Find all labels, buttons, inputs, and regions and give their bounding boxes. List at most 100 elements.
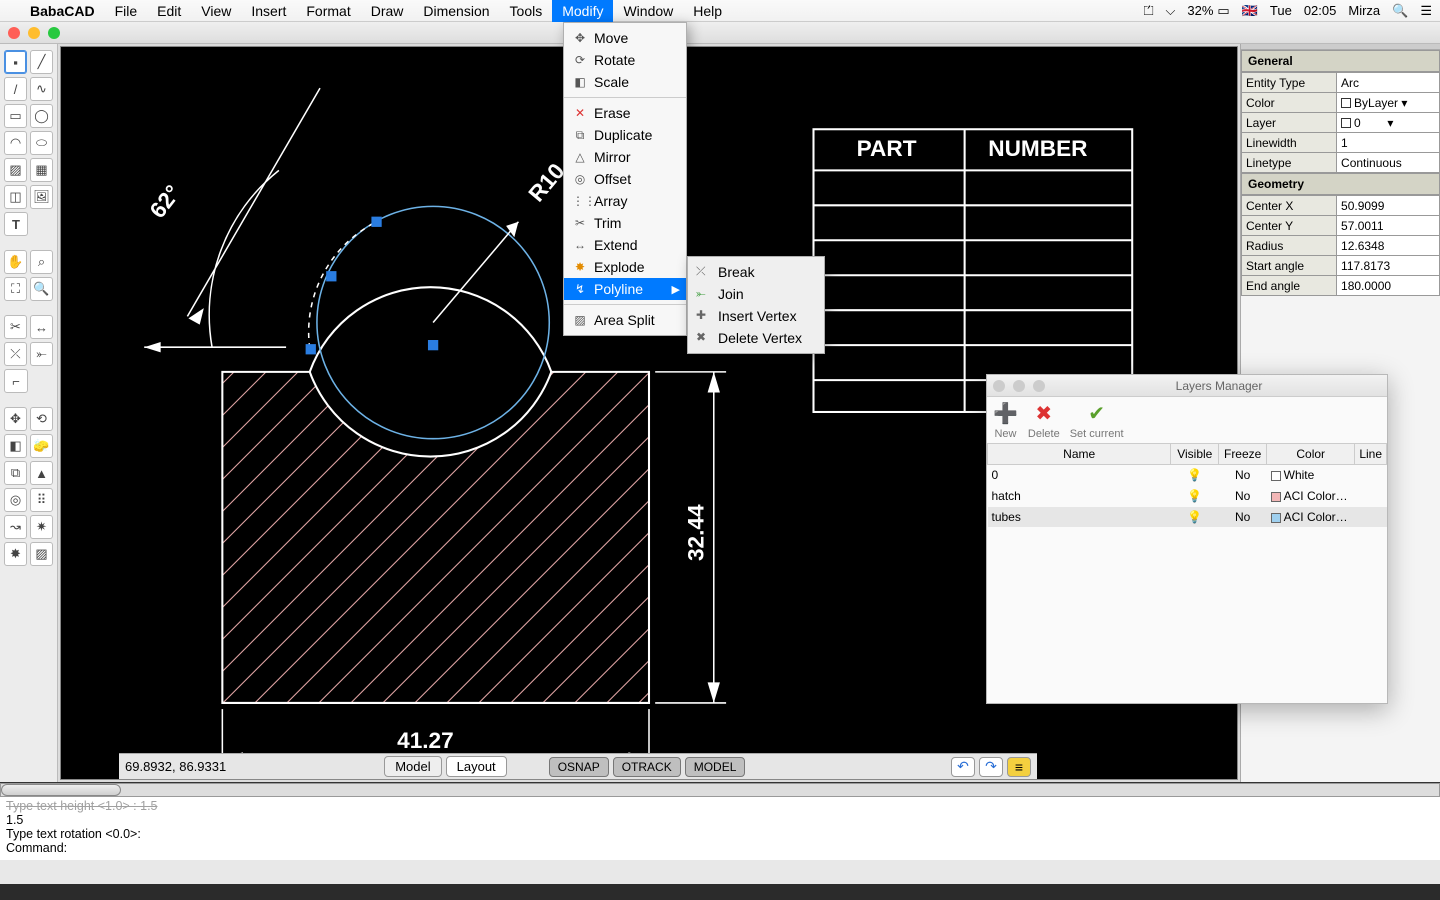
col-line[interactable]: Line: [1355, 444, 1387, 465]
mi-move[interactable]: ✥Move: [564, 27, 686, 49]
val-color[interactable]: ByLayer ▾: [1337, 93, 1440, 113]
tool-zoomwin[interactable]: ⌕: [30, 250, 53, 274]
layers-manager-window[interactable]: Layers Manager ➕New ✖Delete ✔Set current…: [986, 374, 1388, 704]
tool-rect[interactable]: ▭: [4, 104, 27, 128]
tool-join[interactable]: ⤜: [30, 342, 53, 366]
col-visible[interactable]: Visible: [1171, 444, 1219, 465]
tool-region[interactable]: ◫: [4, 185, 27, 209]
val-linewidth[interactable]: 1: [1337, 133, 1440, 153]
tool-asplit[interactable]: ▨: [30, 542, 53, 566]
sm-break[interactable]: ⤫Break: [688, 261, 824, 283]
col-color[interactable]: Color: [1267, 444, 1355, 465]
tool-move[interactable]: ✥: [4, 407, 27, 431]
tool-block[interactable]: ▦: [30, 158, 53, 182]
tool-hatch[interactable]: ▨: [4, 158, 27, 182]
sm-insert-vertex[interactable]: ✚Insert Vertex: [688, 305, 824, 327]
mi-mirror[interactable]: △Mirror: [564, 146, 686, 168]
menu-dimension[interactable]: Dimension: [413, 0, 499, 22]
val-radius[interactable]: 12.6348: [1337, 236, 1440, 256]
col-name[interactable]: Name: [988, 444, 1171, 465]
mi-trim[interactable]: ✂Trim: [564, 212, 686, 234]
mi-areasplit[interactable]: ▨Area Split: [564, 309, 686, 331]
tool-zoomext[interactable]: ⛶: [4, 277, 27, 301]
val-ea[interactable]: 180.0000: [1337, 276, 1440, 296]
tool-trim[interactable]: ✂: [4, 315, 27, 339]
tool-circle[interactable]: ◯: [30, 104, 53, 128]
col-freeze[interactable]: Freeze: [1219, 444, 1267, 465]
menu-draw[interactable]: Draw: [361, 0, 414, 22]
tool-fillet[interactable]: ⌐: [4, 369, 28, 393]
layers-delete-button[interactable]: ✖Delete: [1028, 401, 1060, 440]
layers-close-icon[interactable]: [993, 380, 1005, 392]
undo-button[interactable]: ↶: [951, 757, 975, 777]
layer-row[interactable]: hatch💡NoACI Color…: [988, 486, 1387, 507]
tool-extend[interactable]: ↔: [30, 315, 53, 339]
tab-model[interactable]: Model: [384, 756, 441, 777]
tool-explode[interactable]: ✸: [4, 542, 27, 566]
tool-pan[interactable]: ✋: [4, 250, 27, 274]
menu-extras-icon[interactable]: ☰: [1420, 3, 1432, 19]
tool-offset[interactable]: ◎: [4, 488, 27, 512]
tool-erase[interactable]: 🧽: [30, 434, 53, 458]
tool-ellipse[interactable]: ⬭: [30, 131, 53, 155]
mi-offset[interactable]: ◎Offset: [564, 168, 686, 190]
tool-line2[interactable]: /: [4, 77, 27, 101]
val-sa[interactable]: 117.8173: [1337, 256, 1440, 276]
redo-button[interactable]: ↷: [979, 757, 1003, 777]
tool-line[interactable]: ╱: [30, 50, 53, 74]
mi-rotate[interactable]: ⟳Rotate: [564, 49, 686, 71]
val-cx[interactable]: 50.9099: [1337, 196, 1440, 216]
menu-modify[interactable]: Modify: [552, 0, 613, 22]
layers-min-icon[interactable]: [1013, 380, 1025, 392]
spotlight-icon[interactable]: 🔍: [1392, 3, 1408, 19]
tool-explode2[interactable]: ✷: [30, 515, 53, 539]
tool-pedit[interactable]: ↝: [4, 515, 27, 539]
menu-tools[interactable]: Tools: [500, 0, 553, 22]
menu-view[interactable]: View: [191, 0, 241, 22]
mi-erase[interactable]: ✕Erase: [564, 102, 686, 124]
tool-rotate[interactable]: ⟲: [30, 407, 53, 431]
toggle-osnap[interactable]: OSNAP: [549, 757, 609, 777]
layers-new-button[interactable]: ➕New: [993, 401, 1018, 440]
layers-titlebar[interactable]: Layers Manager: [987, 375, 1387, 397]
val-linetype[interactable]: Continuous: [1337, 153, 1440, 173]
layers-button[interactable]: ≡: [1007, 757, 1031, 777]
val-entity-type[interactable]: Arc: [1337, 73, 1440, 93]
mi-array[interactable]: ⋮⋮Array: [564, 190, 686, 212]
tool-copy[interactable]: ⧉: [4, 461, 27, 485]
tool-text[interactable]: T: [4, 212, 28, 236]
user-name[interactable]: Mirza: [1348, 3, 1380, 18]
tool-break[interactable]: ⤫: [4, 342, 27, 366]
maximize-icon[interactable]: [48, 27, 60, 39]
mi-polyline[interactable]: ↯Polyline▶: [564, 278, 686, 300]
mi-duplicate[interactable]: ⧉Duplicate: [564, 124, 686, 146]
wifi-icon[interactable]: ⌵: [1166, 3, 1176, 19]
tool-image[interactable]: 🖼: [30, 185, 53, 209]
tool-array[interactable]: ⠿: [30, 488, 53, 512]
tool-scale[interactable]: ◧: [4, 434, 27, 458]
layers-setcurrent-button[interactable]: ✔Set current: [1070, 401, 1124, 440]
val-layer[interactable]: 0 ▾: [1337, 113, 1440, 133]
tool-spline[interactable]: ∿: [30, 77, 53, 101]
toggle-otrack[interactable]: OTRACK: [613, 757, 681, 777]
sm-delete-vertex[interactable]: ✖Delete Vertex: [688, 327, 824, 349]
layer-row[interactable]: 0💡NoWhite: [988, 465, 1387, 486]
mi-extend[interactable]: ↔Extend: [564, 234, 686, 256]
tool-arc[interactable]: ◠: [4, 131, 27, 155]
val-cy[interactable]: 57.0011: [1337, 216, 1440, 236]
layers-max-icon[interactable]: [1033, 380, 1045, 392]
tool-mirror[interactable]: ▲: [30, 461, 53, 485]
command-area[interactable]: Type text height <1.0> : 1.5 1.5 Type te…: [0, 782, 1440, 860]
mi-explode[interactable]: ✸Explode: [564, 256, 686, 278]
window-titlebar[interactable]: [0, 22, 1440, 44]
close-icon[interactable]: [8, 27, 20, 39]
flag-icon[interactable]: 🇬🇧: [1242, 3, 1258, 19]
menu-window[interactable]: Window: [613, 0, 683, 22]
menu-help[interactable]: Help: [683, 0, 732, 22]
battery-status[interactable]: 32% ▭: [1187, 3, 1229, 19]
menu-format[interactable]: Format: [296, 0, 360, 22]
minimize-icon[interactable]: [28, 27, 40, 39]
layer-row[interactable]: tubes💡NoACI Color…: [988, 507, 1387, 528]
menu-insert[interactable]: Insert: [241, 0, 296, 22]
toggle-model[interactable]: MODEL: [685, 757, 746, 777]
